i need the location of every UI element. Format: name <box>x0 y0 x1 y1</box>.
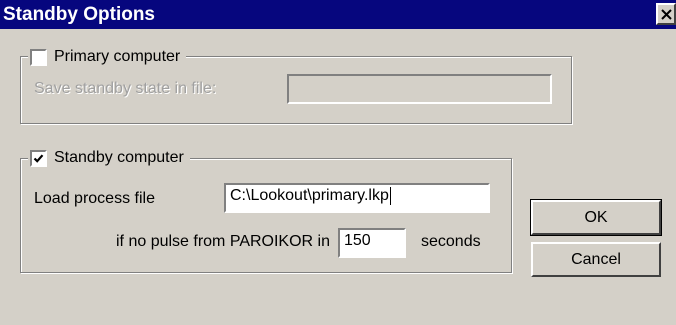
load-process-value: C:\Lookout\primary.lkp <box>230 187 389 205</box>
text-caret <box>389 187 391 205</box>
window-title: Standby Options <box>3 3 155 25</box>
standby-computer-label: Standby computer <box>54 149 184 166</box>
pulse-label: if no pulse from PAROIKOR in <box>116 233 330 250</box>
seconds-label: seconds <box>421 233 481 250</box>
close-button[interactable] <box>656 3 676 25</box>
primary-computer-option[interactable]: Primary computer <box>28 47 187 67</box>
standby-computer-option[interactable]: Standby computer <box>28 148 190 168</box>
primary-computer-checkbox[interactable] <box>30 48 47 66</box>
title-bar[interactable]: Standby Options <box>0 0 676 29</box>
save-state-label: Save standby state in file: <box>34 80 217 97</box>
standby-computer-group <box>20 158 512 273</box>
primary-computer-label: Primary computer <box>54 48 181 65</box>
standby-computer-checkbox[interactable] <box>30 149 47 167</box>
cancel-button[interactable]: Cancel <box>531 242 661 277</box>
load-process-label: Load process file <box>34 190 155 207</box>
ok-button[interactable]: OK <box>530 199 662 236</box>
checkmark-icon <box>33 153 44 163</box>
pulse-seconds-input[interactable]: 150 <box>338 228 406 258</box>
standby-options-dialog: Standby Options Primary computer Save st… <box>0 0 676 325</box>
close-x-icon <box>661 9 672 20</box>
save-state-file-input[interactable] <box>287 74 552 104</box>
load-process-input[interactable]: C:\Lookout\primary.lkp <box>224 183 490 213</box>
